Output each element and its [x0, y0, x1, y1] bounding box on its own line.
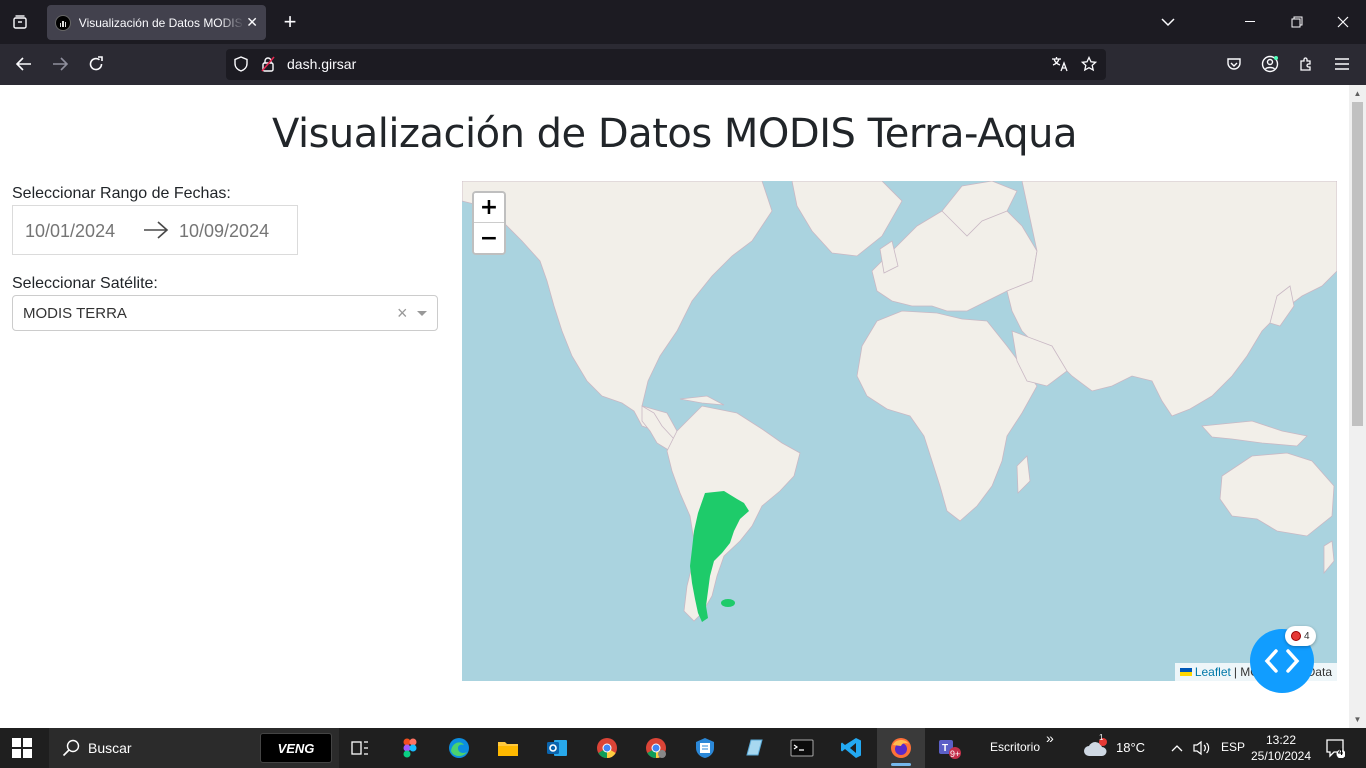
north-america-landmass [462, 181, 773, 447]
desktop-toolbar-label[interactable]: Escritorio [990, 740, 1040, 754]
notes-app-icon[interactable] [740, 734, 768, 762]
outlook-icon[interactable] [543, 734, 571, 762]
page-scrollbar[interactable]: ▲ ▼ [1349, 85, 1366, 728]
leaflet-link[interactable]: Leaflet [1195, 665, 1231, 679]
system-tray-chevron-icon[interactable] [1163, 734, 1191, 762]
windows-taskbar: Buscar VENG T 9+ Escritorio » 1 18°C ESP… [0, 728, 1366, 768]
world-basemap[interactable] [462, 181, 1337, 681]
satellite-dropdown[interactable]: MODIS TERRA × [12, 295, 438, 331]
browser-nav-bar: dash.girsar [0, 44, 1366, 85]
new-zealand-landmass [1323, 540, 1335, 575]
translate-icon[interactable] [1051, 55, 1069, 73]
greenland-landmass [791, 181, 903, 257]
error-count: 4 [1304, 630, 1310, 642]
error-dot-icon [1291, 631, 1301, 641]
extensions-puzzle-icon[interactable] [1292, 50, 1320, 78]
page-title: Visualización de Datos MODIS Terra-Aqua [271, 111, 1078, 157]
svg-text:T: T [942, 743, 948, 754]
clear-selection-icon[interactable]: × [397, 303, 408, 324]
zoom-in-button[interactable]: + [474, 193, 504, 223]
window-restore-icon[interactable] [1282, 8, 1312, 36]
satellite-label: Seleccionar Satélite: [12, 275, 158, 292]
scroll-thumb[interactable] [1352, 102, 1363, 426]
australia-landmass [1219, 452, 1335, 537]
ukraine-flag-icon [1179, 668, 1192, 676]
page-content: Visualización de Datos MODIS Terra-Aqua … [0, 85, 1349, 728]
window-minimize-icon[interactable] [1236, 8, 1266, 36]
system-clock[interactable]: 13:22 25/10/2024 [1250, 732, 1312, 764]
tracking-shield-icon[interactable] [232, 55, 250, 73]
veng-logo-icon[interactable]: VENG [260, 733, 332, 763]
dropdown-caret-icon[interactable] [417, 311, 427, 316]
code-brackets-icon [1264, 649, 1300, 673]
scroll-down-arrow-icon[interactable]: ▼ [1353, 715, 1362, 724]
pocket-icon[interactable] [1220, 50, 1248, 78]
calculator-icon[interactable] [691, 734, 719, 762]
forward-arrow-icon[interactable] [46, 50, 74, 78]
bookmark-star-icon[interactable] [1080, 55, 1098, 73]
zoom-out-button[interactable]: − [474, 223, 504, 253]
edge-browser-icon[interactable] [445, 734, 473, 762]
date-range-label: Seleccionar Rango de Fechas: [12, 185, 231, 202]
task-view-icon[interactable] [346, 734, 374, 762]
speaker-volume-icon[interactable] [1188, 734, 1216, 762]
browser-tab-active[interactable]: Visualización de Datos MODIS Terra-Aqua … [47, 5, 266, 40]
hamburger-menu-icon[interactable] [1328, 50, 1356, 78]
insecure-lock-icon[interactable] [259, 55, 277, 73]
figma-icon[interactable] [396, 734, 424, 762]
madagascar-landmass [1016, 455, 1031, 494]
tab-title: Visualización de Datos MODIS Terra-Aqua [78, 15, 244, 30]
account-icon[interactable] [1256, 50, 1284, 78]
scroll-up-arrow-icon[interactable]: ▲ [1353, 89, 1362, 98]
teams-badge-count: 9+ [950, 749, 961, 759]
end-date-input[interactable]: 10/09/2024 [179, 221, 269, 242]
notification-count: 4 [1338, 747, 1344, 757]
temperature-readout: 18°C [1116, 740, 1146, 755]
terminal-icon[interactable] [788, 734, 816, 762]
search-placeholder: Buscar [88, 740, 132, 756]
weather-alert-badge: 1 [1099, 733, 1104, 742]
url-text[interactable]: dash.girsar [287, 56, 356, 72]
tab-overflow-chevron-icon[interactable] [1153, 8, 1183, 36]
reload-icon[interactable] [82, 50, 110, 78]
chrome-profile-icon[interactable] [642, 734, 670, 762]
chrome-icon[interactable] [593, 734, 621, 762]
firefox-icon[interactable] [887, 734, 915, 762]
veng-label: VENG [277, 740, 315, 756]
africa-landmass [856, 310, 1038, 522]
clock-time: 13:22 [1265, 733, 1297, 747]
toolbar-overflow-chevron[interactable]: » [1046, 730, 1054, 746]
leaflet-map[interactable]: + − Leaflet | MO Data [462, 181, 1337, 681]
back-arrow-icon[interactable] [10, 50, 38, 78]
start-date-input[interactable]: 10/01/2024 [25, 221, 115, 242]
dash-favicon-icon [55, 14, 71, 31]
zoom-control: + − [472, 191, 506, 255]
weather-cloud-icon[interactable] [1082, 734, 1110, 762]
url-bar[interactable]: dash.girsar [226, 49, 1106, 80]
window-close-icon[interactable] [1328, 8, 1358, 36]
browser-tab-bar: Visualización de Datos MODIS Terra-Aqua … [0, 0, 1366, 44]
vscode-icon[interactable] [837, 734, 865, 762]
cuba-landmass [679, 395, 725, 406]
indonesia-landmass [1201, 420, 1308, 447]
clock-date: 25/10/2024 [1250, 749, 1312, 763]
windows-start-icon[interactable] [12, 738, 32, 758]
search-icon [62, 739, 80, 757]
input-language[interactable]: ESP [1221, 740, 1245, 754]
date-range-picker[interactable]: 10/01/2024 10/09/2024 [12, 205, 298, 255]
new-tab-plus-icon[interactable]: + [278, 8, 302, 36]
satellite-selected-value: MODIS TERRA [23, 305, 127, 322]
tab-close-icon[interactable]: ✕ [246, 14, 258, 31]
dash-error-badge[interactable]: 4 [1285, 626, 1316, 646]
file-explorer-icon[interactable] [494, 734, 522, 762]
list-all-tabs-icon[interactable] [6, 8, 34, 36]
date-range-arrow-icon [144, 221, 169, 239]
